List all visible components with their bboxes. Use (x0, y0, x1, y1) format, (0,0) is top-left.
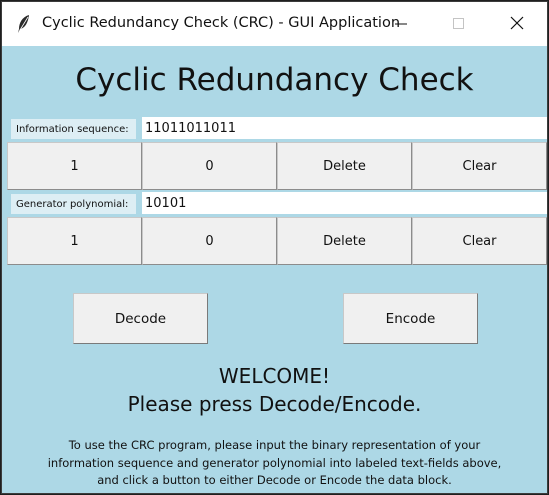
close-icon (510, 15, 524, 34)
generator-one-button[interactable]: 1 (7, 217, 142, 265)
status-welcome: WELCOME! (218, 364, 331, 388)
minimize-button[interactable] (372, 2, 430, 46)
generator-polynomial-label: Generator polynomial: (11, 194, 136, 214)
page-title: Cyclic Redundancy Check (75, 62, 474, 98)
window-title: Cyclic Redundancy Check (CRC) - GUI Appl… (42, 15, 401, 31)
information-keypad: 1 0 Delete Clear (7, 142, 547, 190)
information-zero-button[interactable]: 0 (142, 142, 277, 190)
decode-button[interactable]: Decode (73, 293, 208, 344)
instructions-line: To use the CRC program, please input the… (68, 438, 481, 452)
instructions-line: information sequence and generator polyn… (47, 455, 502, 470)
app-window: Cyclic Redundancy Check (CRC) - GUI Appl… (1, 1, 548, 494)
minimize-icon (395, 15, 407, 34)
title-bar[interactable]: Cyclic Redundancy Check (CRC) - GUI Appl… (2, 2, 547, 46)
instructions-text: To use the CRC program, please input the… (22, 437, 527, 490)
generator-keypad: 1 0 Delete Clear (7, 217, 547, 265)
generator-polynomial-input[interactable] (142, 192, 547, 214)
information-sequence-input[interactable] (142, 117, 547, 139)
generator-clear-button[interactable]: Clear (412, 217, 547, 265)
status-prompt: Please press Decode/Encode. (127, 392, 422, 416)
maximize-icon (453, 15, 465, 34)
information-sequence-label: Information sequence: (11, 119, 136, 139)
instructions-line: and click a button to either Decode or E… (97, 473, 452, 487)
feather-icon (16, 14, 32, 34)
information-clear-button[interactable]: Clear (412, 142, 547, 190)
close-button[interactable] (488, 2, 546, 46)
encode-button[interactable]: Encode (343, 293, 478, 344)
information-one-button[interactable]: 1 (7, 142, 142, 190)
generator-zero-button[interactable]: 0 (142, 217, 277, 265)
generator-delete-button[interactable]: Delete (277, 217, 412, 265)
maximize-button[interactable] (430, 2, 488, 46)
information-delete-button[interactable]: Delete (277, 142, 412, 190)
